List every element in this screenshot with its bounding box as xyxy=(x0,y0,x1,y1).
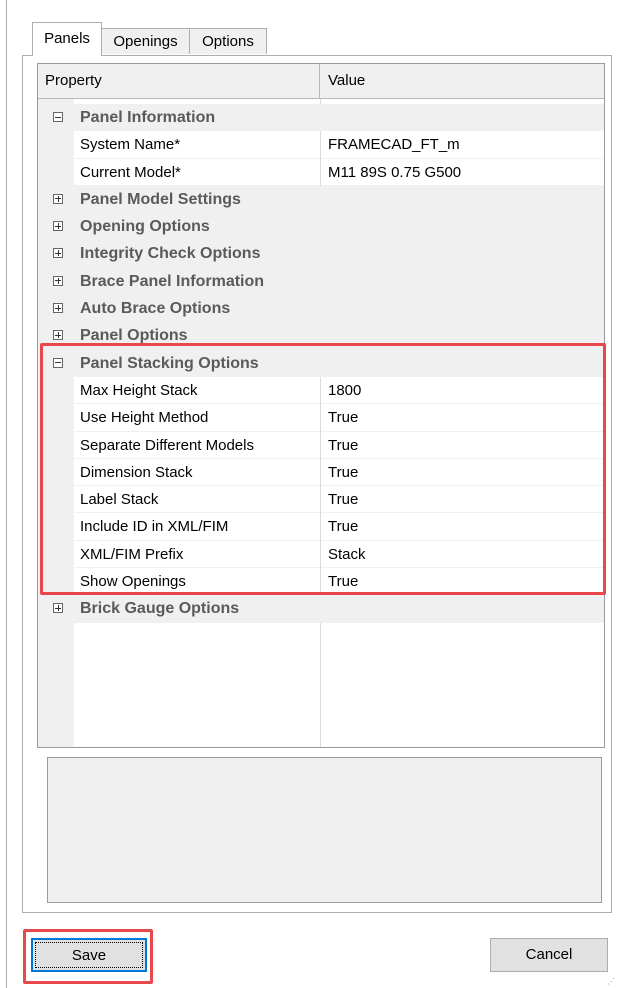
property-name: Current Model* xyxy=(74,159,320,186)
expand-icon[interactable] xyxy=(53,221,63,232)
category-label: Brick Gauge Options xyxy=(80,600,240,618)
category-label: Brace Panel Information xyxy=(80,272,265,290)
resize-grip-icon[interactable]: ⋰ xyxy=(607,978,616,986)
category-label: Opening Options xyxy=(80,218,210,236)
cancel-button[interactable]: Cancel xyxy=(490,938,608,972)
highlight-stacking-options xyxy=(40,343,606,595)
window-edge xyxy=(6,0,7,988)
collapse-icon[interactable] xyxy=(53,112,63,122)
expand-icon[interactable] xyxy=(53,248,63,259)
tab-panels[interactable]: Panels xyxy=(32,22,102,56)
expand-icon[interactable] xyxy=(53,193,63,204)
category-row[interactable]: Brace Panel Information xyxy=(38,267,604,296)
category-row[interactable]: Auto Brace Options xyxy=(38,295,604,323)
category-row[interactable]: Brick Gauge Options xyxy=(38,595,604,623)
cancel-button-label: Cancel xyxy=(525,946,573,963)
property-row[interactable]: Current Model* M11 89S 0.75 G500 xyxy=(38,159,604,186)
tab-options[interactable]: Options xyxy=(189,28,267,54)
highlight-save-button xyxy=(23,929,153,984)
expand-icon[interactable] xyxy=(53,330,63,341)
category-row[interactable]: Opening Options xyxy=(38,213,604,241)
category-label: Panel Model Settings xyxy=(80,190,241,208)
category-label: Auto Brace Options xyxy=(80,300,231,318)
expand-icon[interactable] xyxy=(53,603,63,614)
column-header-value[interactable]: Value xyxy=(321,64,604,98)
property-row[interactable]: System Name* FRAMECAD_FT_m xyxy=(38,131,604,159)
description-pane xyxy=(47,757,602,903)
expand-icon[interactable] xyxy=(53,303,63,314)
column-header-property[interactable]: Property xyxy=(38,64,320,98)
property-name: System Name* xyxy=(74,131,320,159)
category-row[interactable]: Panel Information xyxy=(38,104,604,132)
category-row[interactable]: Integrity Check Options xyxy=(38,240,604,268)
category-label: Integrity Check Options xyxy=(80,245,261,263)
property-value[interactable]: M11 89S 0.75 G500 xyxy=(321,159,604,186)
expand-icon[interactable] xyxy=(53,275,63,286)
grid-header: Property Value xyxy=(38,64,604,99)
tab-openings[interactable]: Openings xyxy=(101,28,190,54)
category-row[interactable]: Panel Model Settings xyxy=(38,185,604,214)
category-label: Panel Information xyxy=(80,109,216,126)
property-value[interactable]: FRAMECAD_FT_m xyxy=(321,131,604,159)
